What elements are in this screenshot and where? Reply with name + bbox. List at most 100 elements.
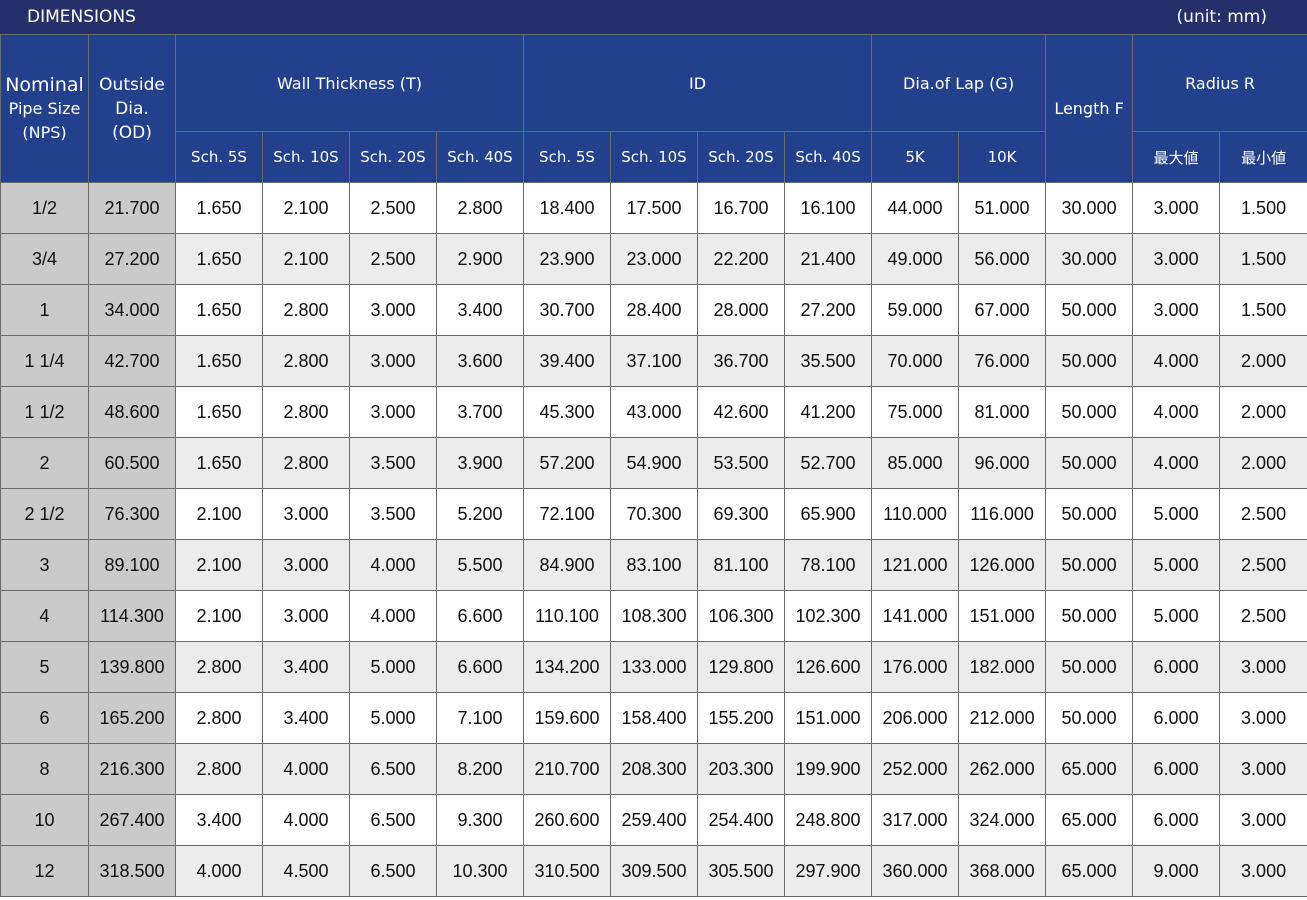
cell-wall-sch20s: 2.500 [349, 182, 437, 234]
cell-radius-max: 3.000 [1132, 284, 1221, 336]
cell-radius-min: 2.000 [1219, 386, 1307, 438]
cell-id-sch10s: 309.500 [610, 845, 698, 897]
cell-od: 114.300 [88, 590, 176, 642]
cell-lap-5k: 75.000 [871, 386, 960, 438]
cell-id-sch40s: 35.500 [783, 335, 873, 387]
cell-wall-sch40s: 3.900 [436, 437, 524, 489]
cell-lap-10k: 368.000 [958, 845, 1047, 897]
header-id-sch10s: Sch. 10S [610, 131, 698, 183]
cell-od: 165.200 [88, 692, 176, 744]
cell-length-f: 50.000 [1045, 437, 1134, 489]
cell-id-sch10s: 43.000 [610, 386, 698, 438]
cell-id-sch40s: 16.100 [783, 182, 873, 234]
header-nps-line2: Pipe Size [8, 98, 81, 118]
header-radius-r: Radius R [1132, 34, 1307, 132]
cell-lap-10k: 324.000 [958, 794, 1047, 846]
cell-radius-max: 3.000 [1132, 182, 1221, 234]
cell-id-sch20s: 22.200 [697, 233, 785, 285]
cell-wall-sch10s: 2.800 [262, 284, 350, 336]
cell-id-sch20s: 28.000 [697, 284, 785, 336]
cell-id-sch5s: 210.700 [523, 743, 611, 795]
cell-id-sch40s: 151.000 [783, 692, 873, 744]
cell-id-sch10s: 54.900 [610, 437, 698, 489]
dimensions-table: Nominal Pipe Size (NPS) Outside Dia. (OD… [0, 34, 1307, 897]
cell-lap-5k: 49.000 [871, 233, 960, 285]
table-row: 10 267.400 3.400 4.000 6.500 9.300 260.600 259.… [0, 794, 1307, 846]
cell-id-sch5s: 84.900 [523, 539, 611, 591]
cell-radius-min: 3.000 [1219, 743, 1307, 795]
cell-id-sch5s: 23.900 [523, 233, 611, 285]
cell-wall-sch20s: 3.000 [349, 386, 437, 438]
cell-od: 27.200 [88, 233, 176, 285]
cell-lap-10k: 51.000 [958, 182, 1047, 234]
cell-radius-max: 3.000 [1132, 233, 1221, 285]
cell-wall-sch10s: 3.000 [262, 590, 350, 642]
cell-id-sch5s: 159.600 [523, 692, 611, 744]
cell-nps: 8 [0, 743, 89, 795]
cell-radius-max: 9.000 [1132, 845, 1221, 897]
table-row: 3/4 27.200 1.650 2.100 2.500 2.900 23.900 23.00… [0, 233, 1307, 285]
table-row: 3 89.100 2.100 3.000 4.000 5.500 84.900 83.100 8… [0, 539, 1307, 591]
cell-id-sch5s: 260.600 [523, 794, 611, 846]
cell-radius-max: 4.000 [1132, 335, 1221, 387]
cell-wall-sch20s: 3.500 [349, 437, 437, 489]
header-id-sch40s: Sch. 40S [783, 131, 873, 183]
cell-od: 267.400 [88, 794, 176, 846]
cell-wall-sch10s: 2.800 [262, 437, 350, 489]
cell-od: 48.600 [88, 386, 176, 438]
cell-id-sch20s: 254.400 [697, 794, 785, 846]
cell-lap-5k: 141.000 [871, 590, 960, 642]
table-row: 1/2 21.700 1.650 2.100 2.500 2.800 18.400 17.50… [0, 182, 1307, 234]
cell-id-sch10s: 158.400 [610, 692, 698, 744]
cell-radius-min: 3.000 [1219, 641, 1307, 693]
cell-radius-max: 6.000 [1132, 743, 1221, 795]
cell-lap-5k: 110.000 [871, 488, 960, 540]
cell-lap-10k: 212.000 [958, 692, 1047, 744]
cell-id-sch5s: 57.200 [523, 437, 611, 489]
cell-od: 60.500 [88, 437, 176, 489]
cell-lap-10k: 151.000 [958, 590, 1047, 642]
cell-id-sch40s: 126.600 [783, 641, 873, 693]
table-row: 6 165.200 2.800 3.400 5.000 7.100 159.600 158.4… [0, 692, 1307, 744]
cell-wall-sch20s: 5.000 [349, 641, 437, 693]
cell-radius-max: 6.000 [1132, 794, 1221, 846]
cell-lap-10k: 182.000 [958, 641, 1047, 693]
cell-wall-sch20s: 6.500 [349, 845, 437, 897]
cell-id-sch10s: 259.400 [610, 794, 698, 846]
cell-nps: 5 [0, 641, 89, 693]
cell-wall-sch10s: 2.800 [262, 386, 350, 438]
cell-id-sch20s: 53.500 [697, 437, 785, 489]
cell-length-f: 30.000 [1045, 182, 1134, 234]
cell-wall-sch5s: 2.100 [175, 488, 263, 540]
cell-length-f: 50.000 [1045, 539, 1134, 591]
cell-od: 42.700 [88, 335, 176, 387]
header-id-sch5s: Sch. 5S [523, 131, 611, 183]
cell-wall-sch40s: 3.400 [436, 284, 524, 336]
cell-lap-10k: 116.000 [958, 488, 1047, 540]
cell-wall-sch40s: 7.100 [436, 692, 524, 744]
cell-id-sch10s: 17.500 [610, 182, 698, 234]
cell-lap-10k: 126.000 [958, 539, 1047, 591]
cell-wall-sch10s: 4.000 [262, 743, 350, 795]
cell-od: 139.800 [88, 641, 176, 693]
cell-wall-sch20s: 2.500 [349, 233, 437, 285]
cell-wall-sch10s: 2.800 [262, 335, 350, 387]
header-radius-min: 最小値 [1219, 131, 1307, 183]
header-od-line3: (OD) [112, 122, 152, 143]
cell-id-sch20s: 129.800 [697, 641, 785, 693]
cell-wall-sch10s: 2.100 [262, 233, 350, 285]
header-wall-sch20s: Sch. 20S [349, 131, 437, 183]
cell-wall-sch10s: 3.000 [262, 539, 350, 591]
cell-wall-sch40s: 6.600 [436, 641, 524, 693]
cell-wall-sch10s: 3.400 [262, 692, 350, 744]
header-nps-line1: Nominal [5, 73, 84, 96]
cell-od: 34.000 [88, 284, 176, 336]
cell-wall-sch10s: 2.100 [262, 182, 350, 234]
cell-wall-sch10s: 3.000 [262, 488, 350, 540]
cell-id-sch10s: 28.400 [610, 284, 698, 336]
table-row: 2 60.500 1.650 2.800 3.500 3.900 57.200 54.900 5… [0, 437, 1307, 489]
cell-wall-sch5s: 1.650 [175, 233, 263, 285]
cell-lap-5k: 317.000 [871, 794, 960, 846]
cell-wall-sch5s: 1.650 [175, 437, 263, 489]
cell-wall-sch40s: 10.300 [436, 845, 524, 897]
